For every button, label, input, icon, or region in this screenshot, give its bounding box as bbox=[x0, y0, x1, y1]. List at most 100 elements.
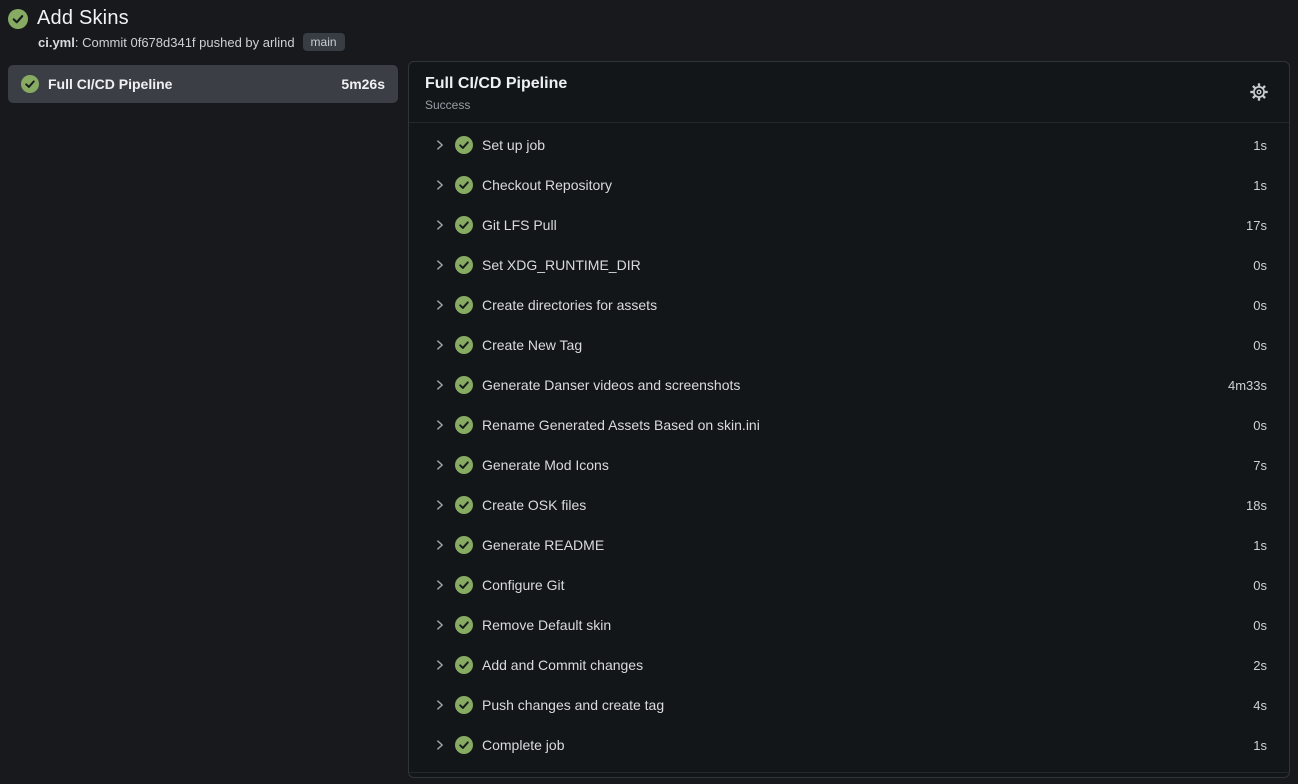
panel-footer bbox=[409, 772, 1289, 777]
step-label: Add and Commit changes bbox=[482, 657, 643, 673]
chevron-right-icon bbox=[433, 338, 447, 352]
step-success-icon bbox=[455, 536, 473, 554]
panel-status-text: Success bbox=[425, 98, 567, 112]
workflow-file-name: ci.yml bbox=[38, 35, 75, 50]
branch-badge[interactable]: main bbox=[303, 33, 345, 51]
step-label: Create directories for assets bbox=[482, 297, 657, 313]
jobs-sidebar: Full CI/CD Pipeline 5m26s bbox=[8, 61, 398, 103]
step-label: Set XDG_RUNTIME_DIR bbox=[482, 257, 641, 273]
chevron-right-icon bbox=[433, 178, 447, 192]
panel-header: Full CI/CD Pipeline Success bbox=[409, 62, 1289, 123]
step-duration: 4s bbox=[1253, 698, 1267, 713]
step-row[interactable]: Remove Default skin 0s bbox=[409, 605, 1289, 645]
step-duration: 1s bbox=[1253, 538, 1267, 553]
chevron-right-icon bbox=[433, 138, 447, 152]
step-label: Generate README bbox=[482, 537, 604, 553]
step-duration: 0s bbox=[1253, 578, 1267, 593]
step-row[interactable]: Create New Tag 0s bbox=[409, 325, 1289, 365]
step-label: Remove Default skin bbox=[482, 617, 611, 633]
commit-summary: ci.yml: Commit 0f678d341f pushed by arli… bbox=[38, 35, 295, 50]
step-row[interactable]: Generate Danser videos and screenshots 4… bbox=[409, 365, 1289, 405]
step-duration: 2s bbox=[1253, 658, 1267, 673]
step-label: Checkout Repository bbox=[482, 177, 612, 193]
step-success-icon bbox=[455, 416, 473, 434]
step-duration: 1s bbox=[1253, 138, 1267, 153]
step-label: Push changes and create tag bbox=[482, 697, 664, 713]
step-label: Generate Danser videos and screenshots bbox=[482, 377, 740, 393]
job-success-icon bbox=[21, 75, 39, 93]
step-duration: 0s bbox=[1253, 298, 1267, 313]
job-duration: 5m26s bbox=[341, 76, 385, 92]
chevron-right-icon bbox=[433, 738, 447, 752]
settings-button[interactable] bbox=[1245, 78, 1273, 109]
step-label: Generate Mod Icons bbox=[482, 457, 609, 473]
chevron-right-icon bbox=[433, 538, 447, 552]
step-row[interactable]: Create OSK files 18s bbox=[409, 485, 1289, 525]
step-label: Create OSK files bbox=[482, 497, 586, 513]
run-title: Add Skins bbox=[37, 7, 129, 30]
chevron-right-icon bbox=[433, 418, 447, 432]
chevron-right-icon bbox=[433, 378, 447, 392]
chevron-right-icon bbox=[433, 498, 447, 512]
step-row[interactable]: Generate README 1s bbox=[409, 525, 1289, 565]
step-duration: 18s bbox=[1246, 498, 1267, 513]
step-row[interactable]: Git LFS Pull 17s bbox=[409, 205, 1289, 245]
chevron-right-icon bbox=[433, 618, 447, 632]
step-row[interactable]: Configure Git 0s bbox=[409, 565, 1289, 605]
step-row[interactable]: Generate Mod Icons 7s bbox=[409, 445, 1289, 485]
step-label: Set up job bbox=[482, 137, 545, 153]
step-success-icon bbox=[455, 376, 473, 394]
run-subtitle: ci.yml: Commit 0f678d341f pushed by arli… bbox=[38, 33, 1282, 51]
step-row[interactable]: Rename Generated Assets Based on skin.in… bbox=[409, 405, 1289, 445]
run-header: Add Skins ci.yml: Commit 0f678d341f push… bbox=[0, 0, 1298, 51]
step-success-icon bbox=[455, 136, 473, 154]
steps-list: Set up job 1s Checkout Repository 1s Git… bbox=[409, 123, 1289, 772]
chevron-right-icon bbox=[433, 458, 447, 472]
step-label: Complete job bbox=[482, 737, 565, 753]
step-duration: 17s bbox=[1246, 218, 1267, 233]
step-duration: 0s bbox=[1253, 258, 1267, 273]
chevron-right-icon bbox=[433, 298, 447, 312]
step-label: Configure Git bbox=[482, 577, 564, 593]
step-duration: 0s bbox=[1253, 618, 1267, 633]
step-duration: 1s bbox=[1253, 738, 1267, 753]
panel-job-title: Full CI/CD Pipeline bbox=[425, 74, 567, 94]
step-row[interactable]: Set up job 1s bbox=[409, 125, 1289, 165]
step-success-icon bbox=[455, 616, 473, 634]
step-row[interactable]: Complete job 1s bbox=[409, 725, 1289, 765]
step-duration: 7s bbox=[1253, 458, 1267, 473]
step-row[interactable]: Create directories for assets 0s bbox=[409, 285, 1289, 325]
run-success-icon bbox=[8, 9, 28, 29]
sidebar-job-item[interactable]: Full CI/CD Pipeline 5m26s bbox=[8, 65, 398, 103]
step-duration: 4m33s bbox=[1228, 378, 1267, 393]
step-label: Git LFS Pull bbox=[482, 217, 557, 233]
step-success-icon bbox=[455, 296, 473, 314]
step-success-icon bbox=[455, 696, 473, 714]
chevron-right-icon bbox=[433, 218, 447, 232]
step-row[interactable]: Set XDG_RUNTIME_DIR 0s bbox=[409, 245, 1289, 285]
step-duration: 0s bbox=[1253, 418, 1267, 433]
step-success-icon bbox=[455, 216, 473, 234]
step-duration: 0s bbox=[1253, 338, 1267, 353]
commit-text: : Commit 0f678d341f pushed by arlind bbox=[75, 35, 295, 50]
chevron-right-icon bbox=[433, 698, 447, 712]
step-success-icon bbox=[455, 736, 473, 754]
step-success-icon bbox=[455, 496, 473, 514]
chevron-right-icon bbox=[433, 578, 447, 592]
step-success-icon bbox=[455, 336, 473, 354]
step-label: Rename Generated Assets Based on skin.in… bbox=[482, 417, 760, 433]
step-row[interactable]: Push changes and create tag 4s bbox=[409, 685, 1289, 725]
step-success-icon bbox=[455, 256, 473, 274]
chevron-right-icon bbox=[433, 258, 447, 272]
gear-icon bbox=[1249, 82, 1269, 105]
job-name: Full CI/CD Pipeline bbox=[48, 76, 172, 92]
job-detail-panel: Full CI/CD Pipeline Success bbox=[408, 61, 1290, 778]
chevron-right-icon bbox=[433, 658, 447, 672]
step-success-icon bbox=[455, 456, 473, 474]
step-success-icon bbox=[455, 176, 473, 194]
step-success-icon bbox=[455, 576, 473, 594]
step-row[interactable]: Add and Commit changes 2s bbox=[409, 645, 1289, 685]
step-row[interactable]: Checkout Repository 1s bbox=[409, 165, 1289, 205]
step-label: Create New Tag bbox=[482, 337, 582, 353]
step-duration: 1s bbox=[1253, 178, 1267, 193]
